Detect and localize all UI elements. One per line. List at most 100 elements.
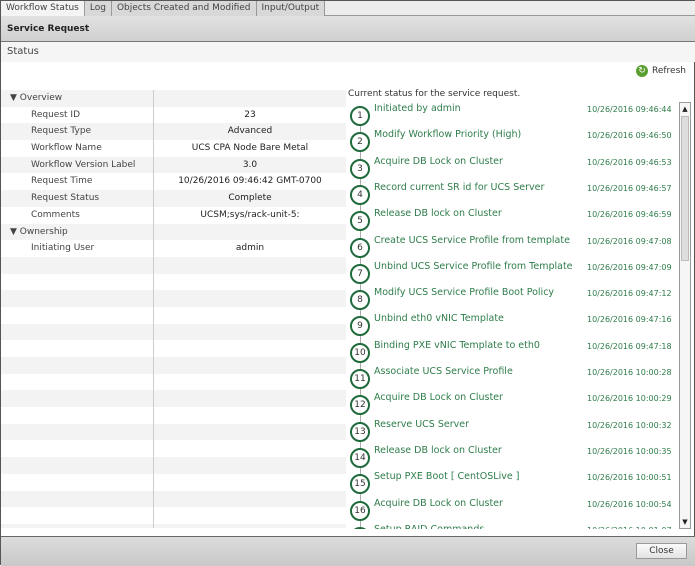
tab-bar: Workflow Status Log Objects Created and … — [1, 1, 695, 16]
empty-row — [1, 407, 346, 424]
refresh-icon: ↻ — [636, 65, 648, 77]
close-button[interactable]: Close — [636, 543, 687, 559]
step-name: Release DB lock on Cluster — [374, 444, 502, 456]
empty-row — [1, 357, 346, 374]
property-value: 23 — [244, 109, 256, 120]
step-number-icon: 16 — [350, 500, 370, 521]
property-name: Request Type — [1, 123, 154, 141]
step-number-icon: 6 — [350, 237, 370, 258]
empty-row — [1, 490, 346, 508]
empty-row — [1, 473, 346, 491]
step-name: Unbind UCS Service Profile from Template — [374, 260, 573, 272]
step-time: 10/26/2016 10:00:35 — [587, 446, 672, 456]
step-time: 10/26/2016 10:00:29 — [587, 394, 672, 404]
step-number-icon: 15 — [350, 474, 370, 495]
tab-objects-created-modified[interactable]: Objects Created and Modified — [111, 1, 257, 16]
step-name: Initiated by admin — [374, 103, 461, 114]
table-row: Workflow Version Label 3.0 — [1, 156, 346, 174]
step-name: Acquire DB Lock on Cluster — [374, 155, 503, 167]
table-row: Workflow Name UCS CPA Node Bare Metal — [1, 140, 346, 157]
step-time: 10/26/2016 09:47:18 — [587, 341, 672, 351]
list-item: 13 Reserve UCS Server 10/26/2016 10:00:32 — [347, 419, 679, 445]
empty-row — [1, 390, 346, 408]
property-name: Request ID — [1, 106, 154, 124]
step-number-icon: 2 — [350, 132, 370, 153]
scroll-up-icon[interactable]: ▲ — [680, 103, 690, 115]
step-name: Reserve UCS Server — [374, 418, 469, 430]
property-value: UCSM;sys/rack-unit-5: — [200, 209, 300, 220]
step-name: Unbind eth0 vNIC Template — [374, 313, 504, 325]
step-name: Setup PXE Boot [ CentOSLive ] — [374, 471, 520, 483]
step-name: Associate UCS Service Profile — [374, 366, 513, 377]
empty-row — [1, 340, 346, 357]
overview-table: ▼ Overview Request ID 23 Request Type Advanc… — [1, 90, 346, 528]
refresh-label: Refresh — [652, 66, 686, 76]
list-item: 15 Setup PXE Boot [ CentOSLive ] 10/26/201… — [347, 471, 679, 497]
property-name: Workflow Name — [1, 140, 154, 157]
scroll-down-icon[interactable]: ▼ — [680, 516, 690, 528]
step-number-icon: 8 — [350, 290, 370, 311]
step-time: 10/26/2016 09:47:12 — [587, 289, 672, 299]
empty-row — [1, 523, 346, 528]
dialog-title: Service Request — [1, 16, 695, 42]
property-name: Initiating User — [1, 240, 154, 257]
group-label: ▼ Overview — [1, 90, 154, 107]
step-name: Create UCS Service Profile from template — [374, 234, 570, 246]
empty-row — [1, 306, 346, 324]
steps-list: 1 Initiated by admin 10/26/2016 09:46:44 2 M… — [347, 102, 679, 529]
property-name: Comments — [1, 206, 154, 224]
refresh-button[interactable]: ↻ Refresh — [636, 65, 686, 77]
list-item: 9 Unbind eth0 vNIC Template 10/26/2016 09:… — [347, 313, 679, 339]
scroll-thumb[interactable] — [681, 116, 689, 261]
empty-row — [1, 373, 346, 391]
empty-row — [1, 507, 346, 524]
step-time: 10/26/2016 09:46:59 — [587, 210, 672, 220]
step-time: 10/26/2016 10:00:54 — [587, 499, 672, 509]
property-name: Workflow Version Label — [1, 156, 154, 174]
empty-row — [1, 323, 346, 341]
step-time: 10/26/2016 10:00:32 — [587, 420, 672, 430]
table-row: Initiating User admin — [1, 240, 346, 257]
tab-input-output[interactable]: Input/Output — [256, 1, 326, 16]
table-row: Request ID 23 — [1, 106, 346, 124]
step-number-icon: 10 — [350, 342, 370, 363]
list-item: 10 Binding PXE vNIC Template to eth0 10/26… — [347, 340, 679, 366]
list-item: 14 Release DB lock on Cluster 10/26/2016 1… — [347, 445, 679, 471]
step-time: 10/26/2016 09:47:16 — [587, 315, 672, 325]
step-name: Record current SR id for UCS Server — [374, 181, 545, 193]
step-number-icon: 1 — [350, 106, 370, 126]
scrollbar[interactable]: ▲ ▼ — [679, 102, 691, 529]
step-name: Modify Workflow Priority (High) — [374, 129, 522, 141]
empty-row — [1, 290, 346, 307]
step-number-icon: 14 — [350, 447, 370, 468]
step-number-icon: 11 — [350, 369, 370, 389]
step-number-icon: 17 — [350, 526, 370, 529]
property-value: UCS CPA Node Bare Metal — [191, 143, 309, 154]
empty-row — [1, 457, 346, 474]
step-number-icon: 5 — [350, 211, 370, 232]
step-time: 10/26/2016 09:47:09 — [587, 262, 672, 272]
empty-row — [1, 440, 346, 458]
step-number-icon: 4 — [350, 184, 370, 205]
list-item: 16 Acquire DB Lock on Cluster 10/26/2016 1… — [347, 498, 679, 524]
list-item: 8 Modify UCS Service Profile Boot Policy 1… — [347, 287, 679, 313]
step-name: Acquire DB Lock on Cluster — [374, 392, 503, 404]
list-item: 12 Acquire DB Lock on Cluster 10/26/2016 1… — [347, 392, 679, 418]
step-time: 10/26/2016 09:47:08 — [587, 236, 672, 246]
property-name: Request Time — [1, 173, 154, 191]
list-item: 1 Initiated by admin 10/26/2016 09:46:44 — [347, 103, 679, 129]
step-number-icon: 13 — [350, 421, 370, 442]
empty-row — [1, 423, 346, 441]
list-item: 3 Acquire DB Lock on Cluster 10/26/2016 09… — [347, 156, 679, 182]
group-header[interactable]: ▼ Ownership — [1, 223, 346, 241]
tab-log[interactable]: Log — [84, 1, 112, 16]
list-item: 5 Release DB lock on Cluster 10/26/2016 09… — [347, 208, 679, 234]
step-name: Modify UCS Service Profile Boot Policy — [374, 287, 555, 299]
property-name: Request Status — [1, 190, 154, 207]
empty-row — [1, 256, 346, 274]
step-time: 10/26/2016 09:46:57 — [587, 183, 672, 193]
list-item: 17 Setup RAID Commands 10/26/2016 10:01:07 — [347, 524, 679, 529]
tab-workflow-status[interactable]: Workflow Status — [1, 1, 85, 16]
group-header[interactable]: ▼ Overview — [1, 90, 346, 107]
step-name: Acquire DB Lock on Cluster — [374, 497, 503, 509]
